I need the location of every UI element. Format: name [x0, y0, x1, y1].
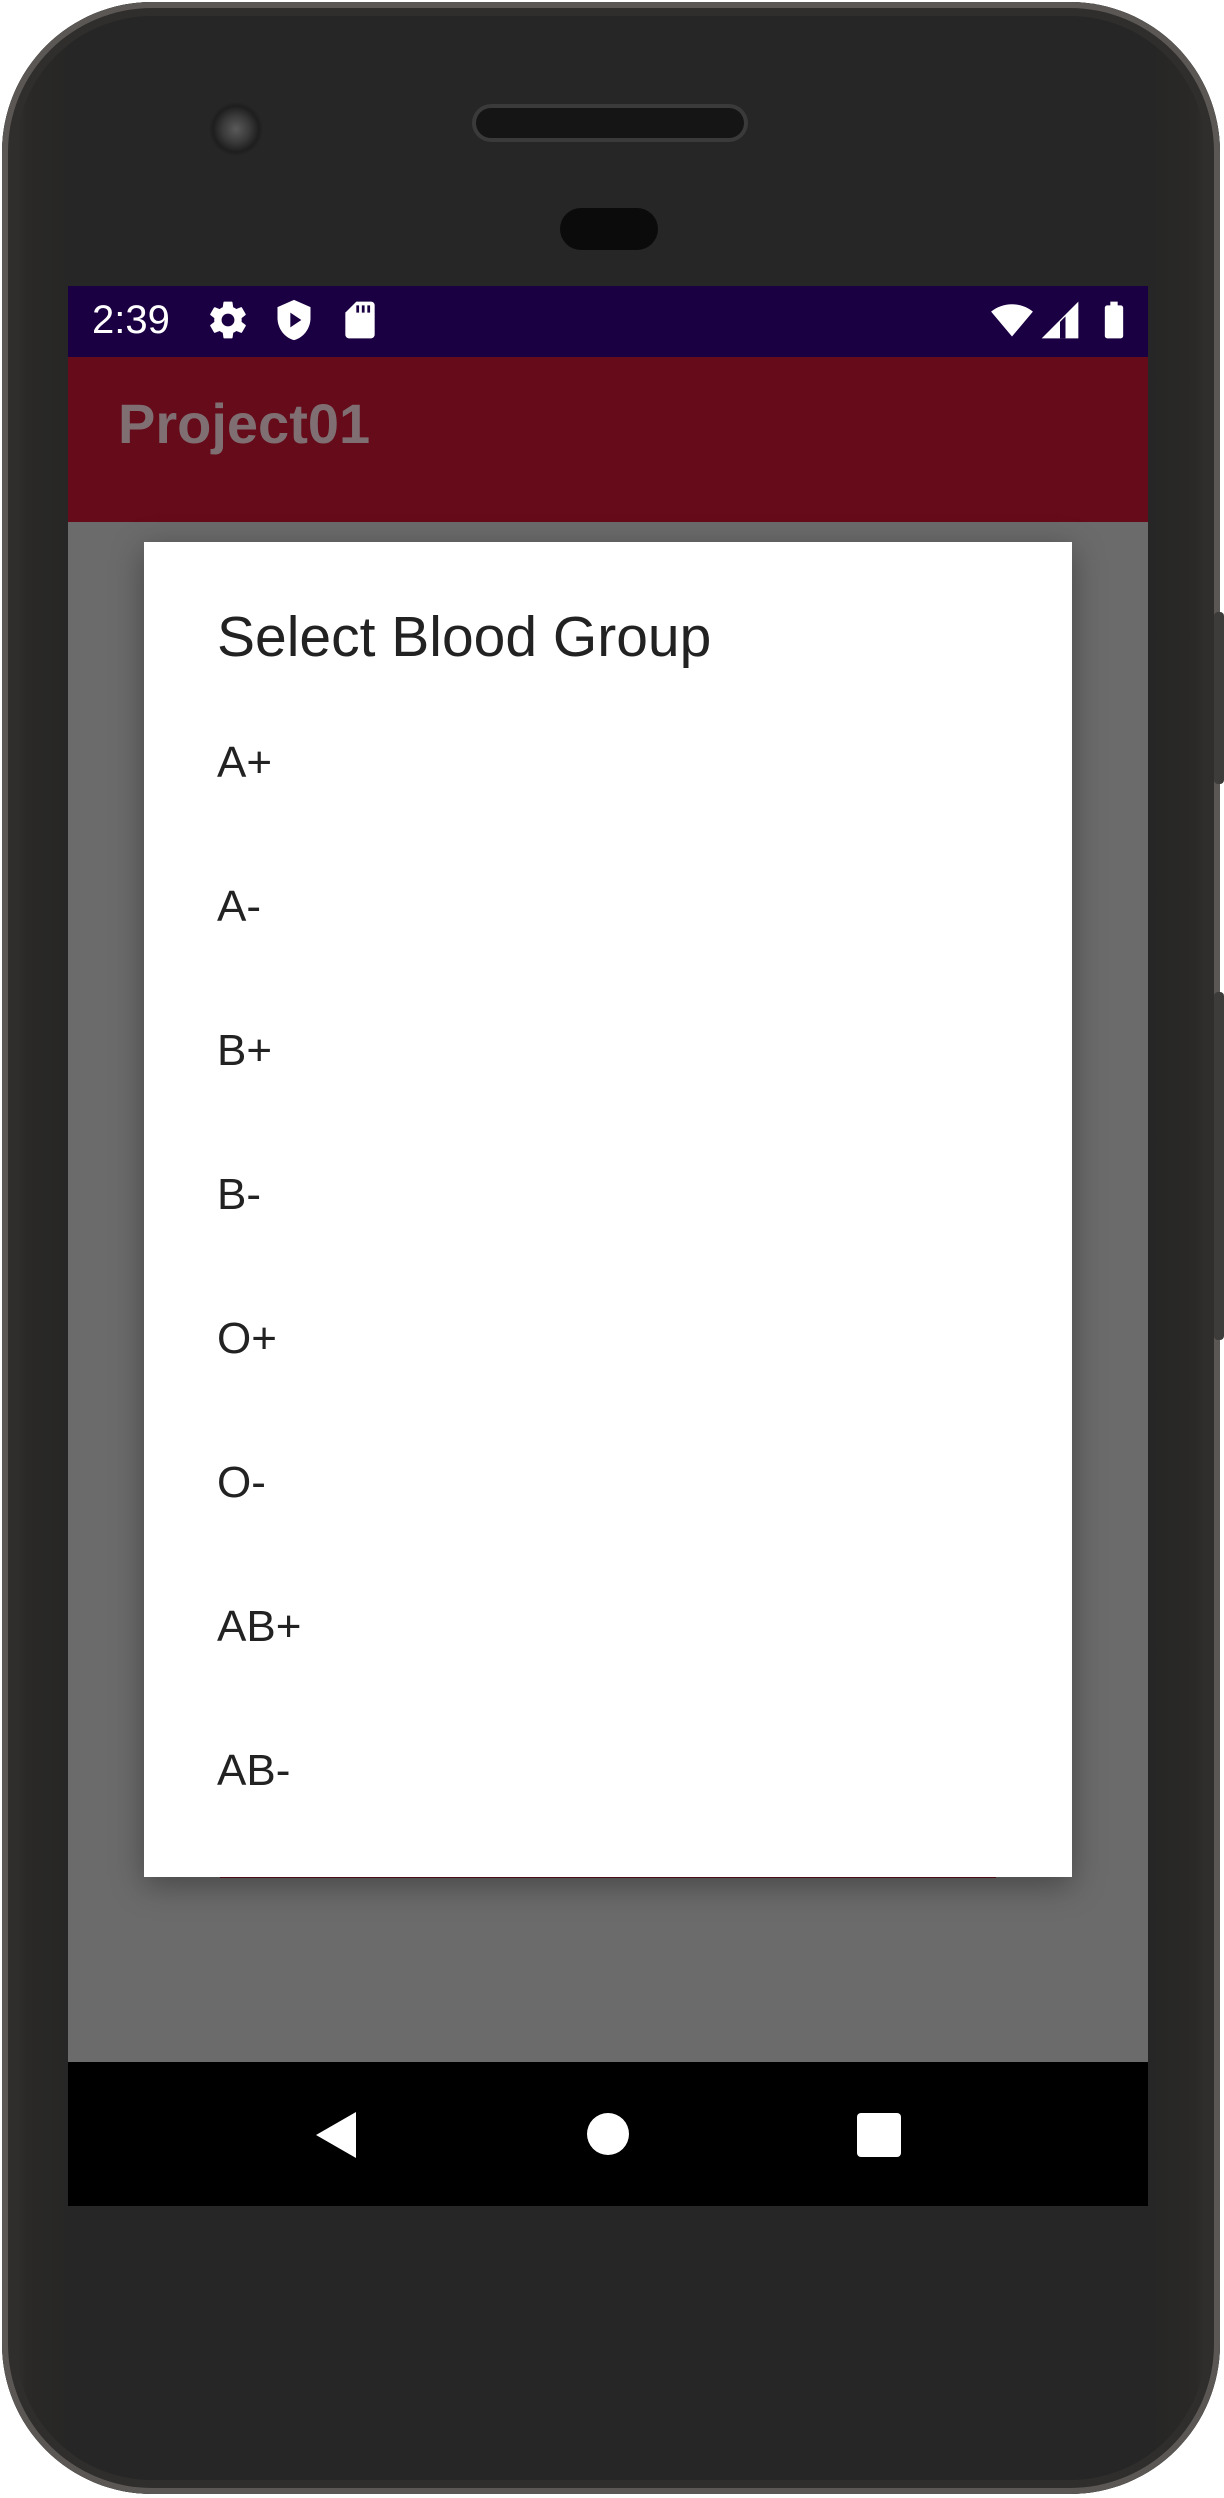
option-label: AB+ [217, 1602, 302, 1651]
option-label: B+ [217, 1026, 273, 1075]
phone-frame: 2:39 Project01 Select Blood Group A+ A- … [2, 2, 1220, 2494]
option-o-negative[interactable]: O- [144, 1412, 1072, 1556]
proximity-sensor [560, 208, 658, 250]
volume-button [1214, 612, 1224, 784]
option-label: O+ [217, 1314, 277, 1363]
option-a-negative[interactable]: A- [144, 836, 1072, 980]
front-camera [209, 102, 263, 156]
option-label: AB- [217, 1746, 291, 1795]
option-ab-negative[interactable]: AB- [144, 1700, 1072, 1844]
sd-card-icon [345, 301, 375, 339]
option-o-positive[interactable]: O+ [144, 1268, 1072, 1412]
wifi-icon [991, 304, 1033, 337]
option-label: B- [217, 1170, 261, 1219]
blood-group-dialog: Select Blood Group A+ A- B+ B- O+ O- AB+ [144, 542, 1072, 1877]
option-label: O- [217, 1458, 266, 1507]
screen: 2:39 Project01 Select Blood Group A+ A- … [68, 286, 1148, 2206]
recents-icon[interactable] [856, 2112, 902, 2158]
option-b-positive[interactable]: B+ [144, 980, 1072, 1124]
option-ab-positive[interactable]: AB+ [144, 1556, 1072, 1700]
earpiece-speaker [476, 108, 744, 138]
status-time: 2:39 [92, 298, 170, 342]
shield-play-icon [277, 299, 311, 341]
battery-icon [1104, 301, 1124, 339]
cell-signal-icon [1041, 301, 1079, 339]
gear-icon [210, 301, 246, 339]
app-title: Project01 [118, 392, 371, 455]
status-bar: 2:39 [68, 286, 1148, 357]
back-icon[interactable] [312, 2110, 360, 2160]
dialog-title: Select Blood Group [217, 605, 712, 669]
option-a-positive[interactable]: A+ [144, 692, 1072, 836]
home-icon[interactable] [586, 2112, 630, 2156]
app-bar: Project01 [68, 357, 1148, 522]
navigation-bar [68, 2062, 1148, 2206]
option-b-negative[interactable]: B- [144, 1124, 1072, 1268]
option-label: A+ [217, 738, 273, 787]
power-button [1214, 992, 1224, 1340]
option-label: A- [217, 882, 261, 931]
